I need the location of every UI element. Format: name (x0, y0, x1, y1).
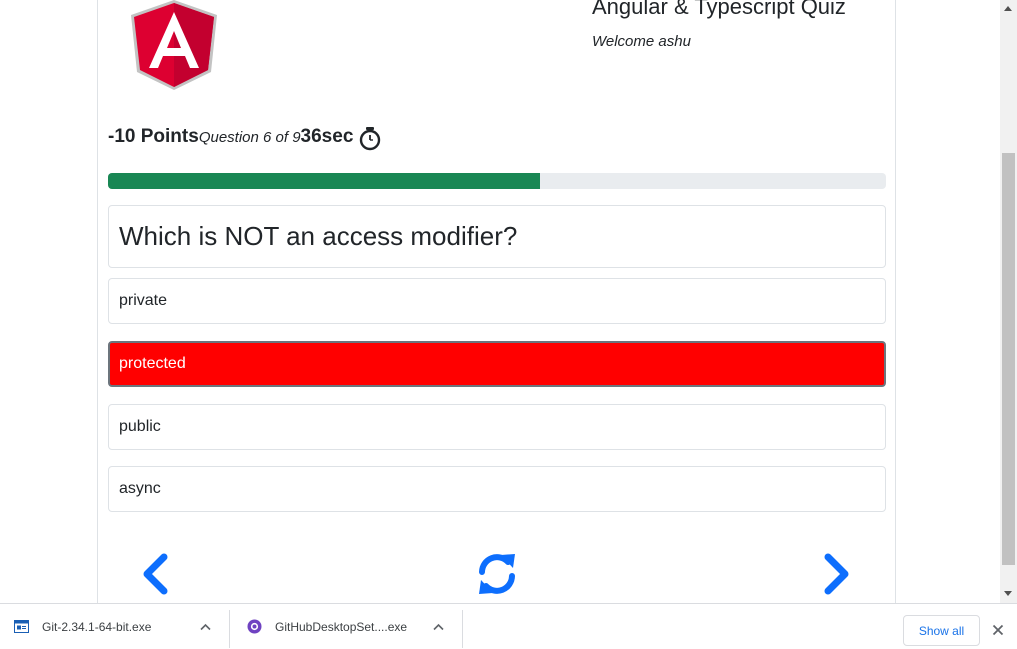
close-icon[interactable] (992, 624, 1004, 636)
download-filename: GitHubDesktopSet....exe (275, 619, 408, 634)
download-item-github[interactable]: GitHubDesktopSet....exe (247, 604, 407, 649)
progress-bar (108, 173, 886, 189)
welcome-text: Welcome ashu (592, 33, 691, 50)
scroll-up-arrow-icon[interactable] (1004, 6, 1012, 11)
option-private[interactable]: private (108, 278, 886, 324)
download-shelf: Git-2.34.1-64-bit.exe GitHubDesktopSet..… (0, 603, 1017, 649)
scroll-down-arrow-icon[interactable] (1004, 591, 1012, 596)
option-async[interactable]: async (108, 466, 886, 512)
timer-label: 36sec (300, 126, 354, 147)
quiz-page: Angular & Typescript Quiz Welcome ashu -… (0, 0, 1000, 603)
chevron-up-icon[interactable] (433, 623, 444, 631)
download-separator (462, 610, 463, 648)
quiz-stats: -10 Points Question 6 of 9 36sec (108, 126, 353, 150)
points-label: -10 Points (108, 126, 199, 147)
page-scrollbar[interactable] (1000, 0, 1017, 603)
option-public[interactable]: public (108, 404, 886, 450)
download-item-git[interactable]: Git-2.34.1-64-bit.exe (14, 604, 151, 649)
chevron-right-icon[interactable] (822, 553, 852, 595)
chevron-up-icon[interactable] (200, 623, 211, 631)
stopwatch-icon (359, 127, 381, 151)
show-all-button[interactable]: Show all (903, 615, 980, 646)
installer-icon (14, 620, 29, 633)
quiz-title: Angular & Typescript Quiz (592, 0, 846, 19)
progress-fill (108, 173, 540, 189)
option-protected[interactable]: protected (108, 341, 886, 387)
question-card: Which is NOT an access modifier? (108, 205, 886, 268)
download-filename: Git-2.34.1-64-bit.exe (42, 619, 152, 634)
scrollbar-thumb[interactable] (1002, 153, 1015, 565)
refresh-icon[interactable] (475, 551, 519, 597)
angular-logo (131, 0, 217, 90)
chevron-left-icon[interactable] (140, 553, 170, 595)
download-separator (229, 610, 230, 648)
question-counter: Question 6 of 9 (198, 129, 301, 146)
github-icon (247, 619, 262, 634)
